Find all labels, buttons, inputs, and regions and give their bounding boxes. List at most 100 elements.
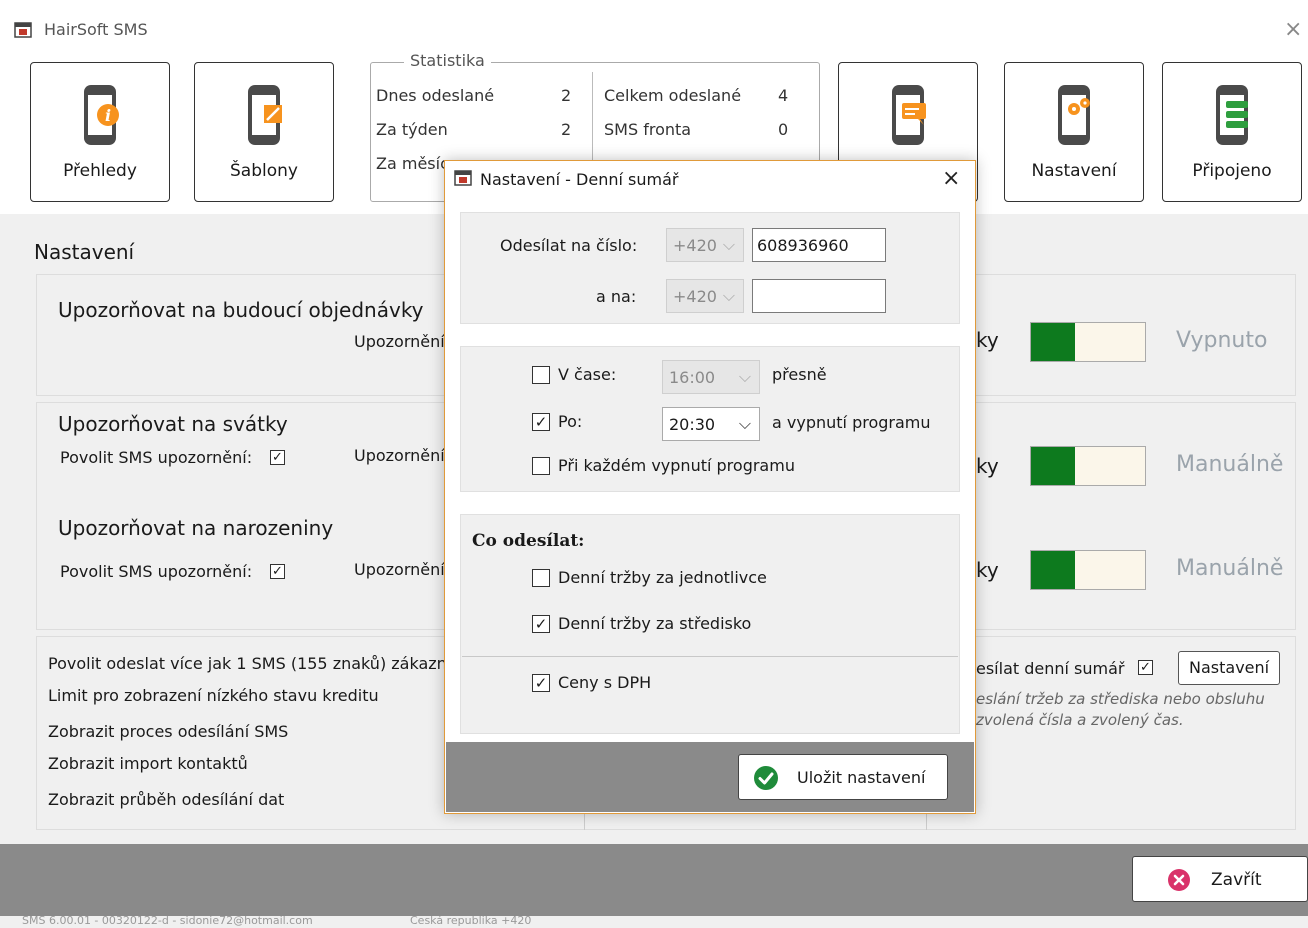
option-label: Povolit odeslat více jak 1 SMS (155 znak… — [48, 654, 461, 673]
time-value: 20:30 — [669, 415, 716, 434]
stat-label: Za týden — [376, 120, 448, 139]
prefix-select-2[interactable]: +420 ⌵ — [666, 279, 744, 313]
close-button[interactable]: Zavřít — [1132, 856, 1308, 902]
vat-checkbox[interactable]: ✓ — [532, 674, 550, 692]
phone-edit-icon — [248, 85, 282, 145]
holidays-state: Manuálně — [1176, 452, 1284, 477]
upcoming-toggle[interactable] — [1030, 322, 1146, 362]
options-divider — [584, 812, 585, 830]
close-button-label: Zavřít — [1211, 870, 1262, 890]
stat-value: 2 — [561, 120, 572, 139]
option-label: Limit pro zobrazení nízkého stavu kredit… — [48, 686, 379, 705]
phone-number-field-1[interactable]: 608936960 — [752, 228, 886, 262]
options-divider — [926, 812, 927, 830]
stat-label: Celkem odeslané — [604, 86, 742, 105]
daily-center-checkbox[interactable]: ✓ — [532, 615, 550, 633]
option-label: Zobrazit proces odesílání SMS — [48, 722, 289, 741]
birthdays-upoz-label: Upozornění — [354, 560, 445, 579]
phone-info-icon: i — [84, 85, 119, 145]
birthdays-toggle[interactable] — [1030, 550, 1146, 590]
daily-summary-label: esílat denní sumář — [976, 659, 1125, 678]
stat-label: Za měsíc — [376, 154, 449, 173]
status-right: Česká republika +420 — [410, 916, 532, 927]
after-time-select[interactable]: 20:30 ⌵ — [662, 407, 760, 441]
save-settings-button[interactable]: Uložit nastavení — [738, 754, 948, 800]
status-bar: SMS 6.00.01 - 00320122-d - sidonie72@hot… — [0, 916, 1308, 928]
summary-note-line1: eslání tržeb za střediska nebo obsluhu — [976, 690, 1265, 708]
save-settings-label: Uložit nastavení — [797, 768, 926, 787]
daily-center-label: Denní tržby za středisko — [558, 614, 752, 633]
dialog-close-button[interactable]: × — [942, 166, 960, 191]
stat-value: 2 — [561, 86, 572, 105]
upcoming-tail-label: ky — [976, 328, 999, 352]
stat-label: Dnes odeslané — [376, 86, 495, 105]
prefix-value: +420 — [673, 287, 717, 306]
prefix-value: +420 — [673, 236, 717, 255]
status-left: SMS 6.00.01 - 00320122-d - sidonie72@hot… — [22, 916, 313, 927]
chevron-down-icon: ⌵ — [722, 286, 735, 305]
after-label: Po: — [558, 412, 583, 431]
dialog-title: Nastavení - Denní sumář — [480, 170, 679, 189]
close-circle-icon — [1168, 869, 1190, 891]
upcoming-title: Upozorňovat na budoucí objednávky — [58, 298, 424, 322]
toolbar-label: Nastavení — [1031, 161, 1117, 181]
window-title: HairSoft SMS — [44, 20, 148, 39]
birthdays-tail-label: ky — [976, 558, 999, 582]
phone-number-field-2[interactable] — [752, 279, 886, 313]
at-time-select[interactable]: 16:00 ⌵ — [662, 360, 760, 394]
title-bar — [0, 0, 1308, 46]
birthdays-state: Manuálně — [1176, 556, 1284, 581]
option-label: Zobrazit průběh odesílání dat — [48, 790, 285, 809]
vat-label: Ceny s DPH — [558, 673, 652, 692]
content-divider — [462, 656, 958, 657]
at-time-suffix: přesně — [772, 365, 827, 384]
at-time-label: V čase: — [558, 365, 617, 384]
toggle-knob — [1031, 447, 1075, 485]
holidays-tail-label: ky — [976, 454, 999, 478]
each-exit-checkbox[interactable] — [532, 457, 550, 475]
window-close-button[interactable]: × — [1284, 17, 1302, 42]
svg-text:i: i — [105, 106, 111, 125]
holidays-allow-checkbox[interactable]: ✓ — [270, 450, 285, 465]
and-to-label: a na: — [596, 287, 637, 306]
each-exit-label: Při každém vypnutí programu — [558, 456, 795, 475]
stats-legend: Statistika — [404, 51, 491, 70]
toggle-knob — [1031, 551, 1075, 589]
upcoming-upoz-label: Upozornění — [354, 332, 445, 351]
check-circle-icon — [754, 766, 778, 790]
what-to-send-label: Co odesílat: — [472, 531, 585, 551]
stat-value: 0 — [778, 120, 789, 139]
holidays-upoz-label: Upozornění — [354, 446, 445, 465]
stat-value: 4 — [778, 86, 789, 105]
summary-settings-button[interactable]: Nastavení — [1178, 651, 1280, 685]
app-window-icon — [14, 22, 32, 38]
send-to-label: Odesílat na číslo: — [500, 236, 638, 255]
upcoming-state: Vypnuto — [1176, 328, 1268, 353]
bottom-bar — [0, 844, 1308, 916]
toggle-knob — [1031, 323, 1075, 361]
summary-note-line2: zvolená čísla a zvolený čas. — [976, 711, 1184, 729]
toolbar-button-sablony[interactable]: Šablony — [194, 62, 334, 202]
daily-summary-checkbox[interactable]: ✓ — [1138, 660, 1153, 675]
at-time-checkbox[interactable] — [532, 366, 550, 384]
app-window-icon — [454, 170, 472, 186]
stat-label: SMS fronta — [604, 120, 692, 139]
time-value: 16:00 — [669, 368, 716, 387]
phone-chat-icon — [892, 85, 926, 145]
toolbar-button-prehledy[interactable]: i Přehledy — [30, 62, 170, 202]
toolbar-label: Šablony — [230, 161, 298, 181]
holidays-title: Upozorňovat na svátky — [58, 412, 288, 436]
birthdays-allow-checkbox[interactable]: ✓ — [270, 564, 285, 579]
phone-database-icon — [1216, 85, 1248, 145]
chevron-down-icon: ⌵ — [738, 414, 751, 433]
toolbar-button-pripojeno[interactable]: Připojeno — [1162, 62, 1302, 202]
holidays-toggle[interactable] — [1030, 446, 1146, 486]
prefix-select-1[interactable]: +420 ⌵ — [666, 228, 744, 262]
daily-individuals-label: Denní tržby za jednotlivce — [558, 568, 767, 587]
after-suffix: a vypnutí programu — [772, 413, 931, 432]
daily-individuals-checkbox[interactable] — [532, 569, 550, 587]
phone-gears-icon — [1058, 85, 1090, 145]
toolbar-button-nastaveni[interactable]: Nastavení — [1004, 62, 1144, 202]
after-checkbox[interactable]: ✓ — [532, 413, 550, 431]
birthdays-allow-label: Povolit SMS upozornění: — [60, 562, 253, 581]
